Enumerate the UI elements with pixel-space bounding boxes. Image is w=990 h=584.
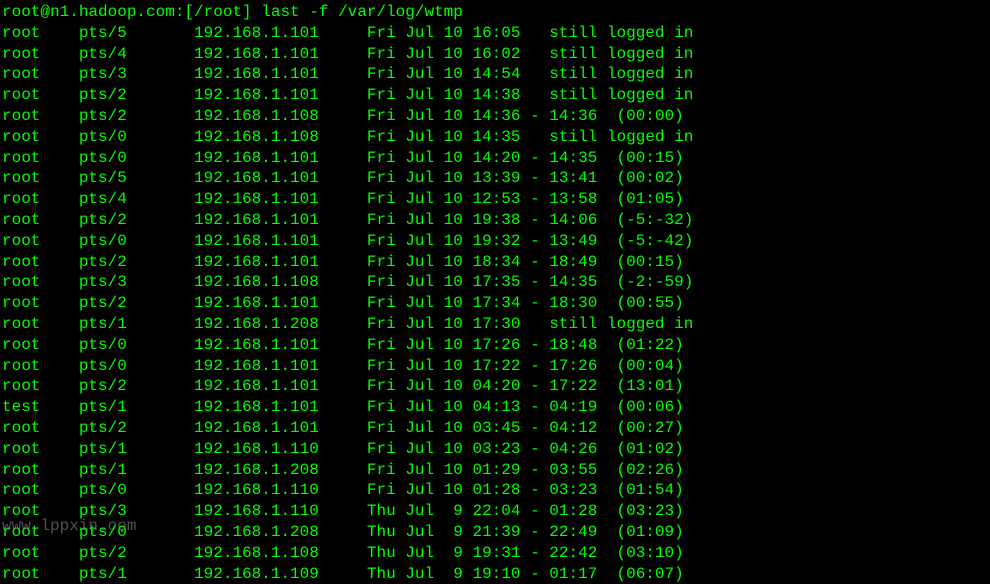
- login-record: root pts/5 192.168.1.101 Fri Jul 10 13:3…: [2, 168, 988, 189]
- login-record: root pts/3 192.168.1.110 Thu Jul 9 22:04…: [2, 501, 988, 522]
- login-record: root pts/0 192.168.1.101 Fri Jul 10 17:2…: [2, 335, 988, 356]
- prompt-user-host: root@n1.hadoop.com: [2, 3, 175, 21]
- login-record: root pts/0 192.168.1.101 Fri Jul 10 14:2…: [2, 148, 988, 169]
- login-record: root pts/5 192.168.1.101 Fri Jul 10 16:0…: [2, 23, 988, 44]
- login-record: root pts/2 192.168.1.101 Fri Jul 10 04:2…: [2, 376, 988, 397]
- login-record: test pts/1 192.168.1.101 Fri Jul 10 04:1…: [2, 397, 988, 418]
- login-record: root pts/1 192.168.1.208 Fri Jul 10 17:3…: [2, 314, 988, 335]
- login-record: root pts/2 192.168.1.101 Fri Jul 10 17:3…: [2, 293, 988, 314]
- login-record: root pts/2 192.168.1.101 Fri Jul 10 14:3…: [2, 85, 988, 106]
- login-record: root pts/0 192.168.1.101 Fri Jul 10 17:2…: [2, 356, 988, 377]
- last-output: root pts/5 192.168.1.101 Fri Jul 10 16:0…: [2, 23, 988, 584]
- prompt-path: /root: [194, 3, 242, 21]
- login-record: root pts/0 192.168.1.108 Fri Jul 10 14:3…: [2, 127, 988, 148]
- login-record: root pts/2 192.168.1.108 Thu Jul 9 19:31…: [2, 543, 988, 564]
- login-record: root pts/2 192.168.1.108 Fri Jul 10 14:3…: [2, 106, 988, 127]
- login-record: root pts/2 192.168.1.101 Fri Jul 10 03:4…: [2, 418, 988, 439]
- login-record: root pts/1 192.168.1.109 Thu Jul 9 19:10…: [2, 564, 988, 584]
- login-record: root pts/2 192.168.1.101 Fri Jul 10 18:3…: [2, 252, 988, 273]
- login-record: root pts/1 192.168.1.110 Fri Jul 10 03:2…: [2, 439, 988, 460]
- login-record: root pts/0 192.168.1.101 Fri Jul 10 19:3…: [2, 231, 988, 252]
- login-record: root pts/3 192.168.1.108 Fri Jul 10 17:3…: [2, 272, 988, 293]
- watermark-text: www.lppxin.com: [2, 516, 136, 537]
- login-record: root pts/4 192.168.1.101 Fri Jul 10 16:0…: [2, 44, 988, 65]
- login-record: root pts/2 192.168.1.101 Fri Jul 10 19:3…: [2, 210, 988, 231]
- login-record: root pts/0 192.168.1.208 Thu Jul 9 21:39…: [2, 522, 988, 543]
- login-record: root pts/3 192.168.1.101 Fri Jul 10 14:5…: [2, 64, 988, 85]
- login-record: root pts/0 192.168.1.110 Fri Jul 10 01:2…: [2, 480, 988, 501]
- login-record: root pts/4 192.168.1.101 Fri Jul 10 12:5…: [2, 189, 988, 210]
- login-record: root pts/1 192.168.1.208 Fri Jul 10 01:2…: [2, 460, 988, 481]
- prompt-command: last -f /var/log/wtmp: [261, 3, 463, 21]
- shell-prompt: root@n1.hadoop.com:[/root] last -f /var/…: [2, 2, 988, 23]
